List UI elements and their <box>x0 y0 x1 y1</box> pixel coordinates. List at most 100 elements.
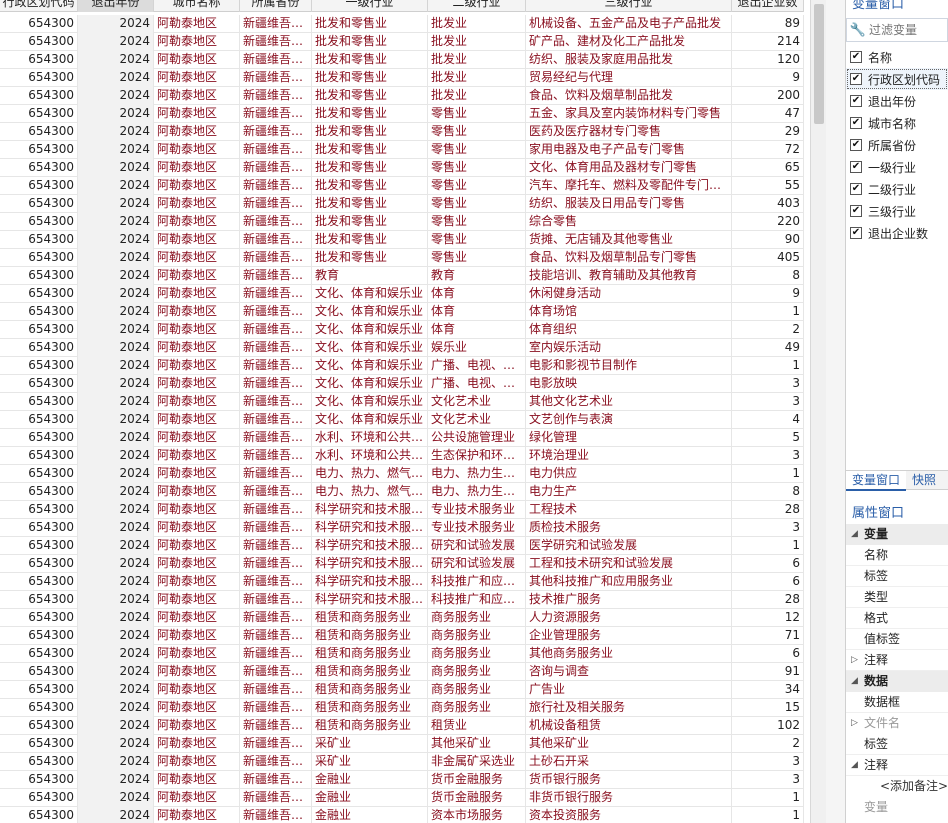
table-cell[interactable]: 654300 <box>0 771 78 789</box>
table-cell[interactable]: 公共设施管理业 <box>428 429 526 447</box>
table-cell[interactable]: 文化、体育和娱乐业 <box>312 393 428 411</box>
table-cell[interactable]: 654300 <box>0 663 78 681</box>
table-cell[interactable]: 新疆维吾尔自治区 <box>240 591 312 609</box>
table-cell[interactable]: 654300 <box>0 51 78 69</box>
table-cell[interactable]: 3 <box>732 375 804 393</box>
table-cell[interactable]: 654300 <box>0 429 78 447</box>
table-cell[interactable]: 2024 <box>78 537 154 555</box>
expand-arrow-icon[interactable]: ▷ <box>851 650 858 671</box>
table-row[interactable]: 6543002024阿勒泰地区新疆维吾尔自治区水利、环境和公共设施管理业生态保护… <box>0 447 804 465</box>
table-cell[interactable]: 技能培训、教育辅助及其他教育 <box>526 267 732 285</box>
table-cell[interactable]: 新疆维吾尔自治区 <box>240 429 312 447</box>
table-cell[interactable]: 654300 <box>0 717 78 735</box>
table-cell[interactable]: 其他文化艺术业 <box>526 393 732 411</box>
table-cell[interactable]: 新疆维吾尔自治区 <box>240 699 312 717</box>
table-cell[interactable]: 新疆维吾尔自治区 <box>240 375 312 393</box>
table-cell[interactable]: 阿勒泰地区 <box>154 591 240 609</box>
table-cell[interactable]: 8 <box>732 267 804 285</box>
table-cell[interactable]: 新疆维吾尔自治区 <box>240 87 312 105</box>
table-cell[interactable]: 教育 <box>428 267 526 285</box>
table-cell[interactable]: 新疆维吾尔自治区 <box>240 339 312 357</box>
table-cell[interactable]: 2024 <box>78 483 154 501</box>
table-cell[interactable]: 电力、热力生产和供应业 <box>428 465 526 483</box>
table-cell[interactable]: 3 <box>732 753 804 771</box>
table-cell[interactable]: 租赁和商务服务业 <box>312 609 428 627</box>
table-cell[interactable]: 654300 <box>0 375 78 393</box>
table-cell[interactable]: 47 <box>732 105 804 123</box>
table-cell[interactable]: 非金属矿采选业 <box>428 753 526 771</box>
table-cell[interactable]: 零售业 <box>428 177 526 195</box>
checkmark-icon[interactable]: ✔ <box>850 205 862 217</box>
table-cell[interactable]: 阿勒泰地区 <box>154 807 240 823</box>
table-row[interactable]: 6543002024阿勒泰地区新疆维吾尔自治区文化、体育和娱乐业体育体育场馆1 <box>0 303 804 321</box>
table-row[interactable]: 6543002024阿勒泰地区新疆维吾尔自治区批发和零售业零售业五金、家具及室内… <box>0 105 804 123</box>
table-row[interactable]: 6543002024阿勒泰地区新疆维吾尔自治区科学研究和技术服务业专业技术服务业… <box>0 501 804 519</box>
table-row[interactable]: 6543002024阿勒泰地区新疆维吾尔自治区科学研究和技术服务业研究和试验发展… <box>0 537 804 555</box>
property-group[interactable]: ◢ 数据 <box>846 671 948 692</box>
table-cell[interactable]: 1 <box>732 807 804 823</box>
table-cell[interactable]: 零售业 <box>428 195 526 213</box>
table-row[interactable]: 6543002024阿勒泰地区新疆维吾尔自治区金融业货币金融服务货币银行服务3 <box>0 771 804 789</box>
table-cell[interactable]: 新疆维吾尔自治区 <box>240 789 312 807</box>
table-cell[interactable]: 654300 <box>0 627 78 645</box>
table-cell[interactable]: 贸易经纪与代理 <box>526 69 732 87</box>
table-cell[interactable]: 120 <box>732 51 804 69</box>
table-cell[interactable]: 2024 <box>78 789 154 807</box>
table-cell[interactable]: 租赁和商务服务业 <box>312 663 428 681</box>
table-row[interactable]: 6543002024阿勒泰地区新疆维吾尔自治区文化、体育和娱乐业体育体育组织2 <box>0 321 804 339</box>
table-cell[interactable]: 65 <box>732 159 804 177</box>
table-cell[interactable]: 新疆维吾尔自治区 <box>240 123 312 141</box>
table-cell[interactable]: 2 <box>732 321 804 339</box>
tab-snapshot[interactable]: 快照 <box>906 471 942 491</box>
table-row[interactable]: 6543002024阿勒泰地区新疆维吾尔自治区文化、体育和娱乐业体育休闲健身活动… <box>0 285 804 303</box>
variable-item[interactable]: ✔ 行政区划代码 <box>846 68 948 90</box>
table-cell[interactable]: 新疆维吾尔自治区 <box>240 69 312 87</box>
table-cell[interactable]: 654300 <box>0 645 78 663</box>
table-cell[interactable]: 阿勒泰地区 <box>154 555 240 573</box>
table-cell[interactable]: 批发业 <box>428 69 526 87</box>
table-cell[interactable]: 2024 <box>78 267 154 285</box>
table-row[interactable]: 6543002024阿勒泰地区新疆维吾尔自治区电力、热力、燃气及水生产和供应业电… <box>0 483 804 501</box>
table-cell[interactable]: 阿勒泰地区 <box>154 51 240 69</box>
table-cell[interactable]: 新疆维吾尔自治区 <box>240 807 312 823</box>
table-cell[interactable]: 新疆维吾尔自治区 <box>240 393 312 411</box>
table-cell[interactable]: 新疆维吾尔自治区 <box>240 195 312 213</box>
table-cell[interactable]: 广告业 <box>526 681 732 699</box>
table-cell[interactable]: 2024 <box>78 501 154 519</box>
table-cell[interactable]: 广播、电视、电影和录音制作业 <box>428 375 526 393</box>
table-cell[interactable]: 654300 <box>0 681 78 699</box>
table-cell[interactable]: 文化、体育和娱乐业 <box>312 321 428 339</box>
checkmark-icon[interactable]: ✔ <box>850 183 862 195</box>
table-cell[interactable]: 咨询与调查 <box>526 663 732 681</box>
table-cell[interactable]: 其他采矿业 <box>428 735 526 753</box>
property-item[interactable]: 值标签 <box>846 629 948 650</box>
table-row[interactable]: 6543002024阿勒泰地区新疆维吾尔自治区批发和零售业零售业医药及医疗器材专… <box>0 123 804 141</box>
table-cell[interactable]: 新疆维吾尔自治区 <box>240 249 312 267</box>
variable-item[interactable]: ✔ 退出年份 <box>846 90 948 112</box>
table-cell[interactable]: 91 <box>732 663 804 681</box>
table-cell[interactable]: 科学研究和技术服务业 <box>312 537 428 555</box>
table-cell[interactable]: 采矿业 <box>312 735 428 753</box>
table-row[interactable]: 6543002024阿勒泰地区新疆维吾尔自治区批发和零售业零售业综合零售220 <box>0 213 804 231</box>
table-cell[interactable]: 科学研究和技术服务业 <box>312 591 428 609</box>
variable-item[interactable]: ✔ 三级行业 <box>846 200 948 222</box>
property-item[interactable]: 标签 <box>846 566 948 587</box>
table-cell[interactable]: 5 <box>732 429 804 447</box>
table-cell[interactable]: 绿化管理 <box>526 429 732 447</box>
table-cell[interactable]: 654300 <box>0 807 78 823</box>
table-cell[interactable]: 405 <box>732 249 804 267</box>
table-cell[interactable]: 质检技术服务 <box>526 519 732 537</box>
table-cell[interactable]: 新疆维吾尔自治区 <box>240 753 312 771</box>
table-cell[interactable]: 2024 <box>78 735 154 753</box>
table-cell[interactable]: 工程和技术研究和试验发展 <box>526 555 732 573</box>
table-cell[interactable]: 商务服务业 <box>428 681 526 699</box>
table-cell[interactable]: 新疆维吾尔自治区 <box>240 717 312 735</box>
table-cell[interactable]: 商务服务业 <box>428 699 526 717</box>
table-cell[interactable]: 阿勒泰地区 <box>154 519 240 537</box>
table-cell[interactable]: 电力、热力、燃气及水生产和供应业 <box>312 483 428 501</box>
table-cell[interactable]: 阿勒泰地区 <box>154 717 240 735</box>
table-cell[interactable]: 新疆维吾尔自治区 <box>240 483 312 501</box>
table-cell[interactable]: 电力生产 <box>526 483 732 501</box>
table-cell[interactable]: 批发和零售业 <box>312 33 428 51</box>
table-cell[interactable]: 零售业 <box>428 231 526 249</box>
